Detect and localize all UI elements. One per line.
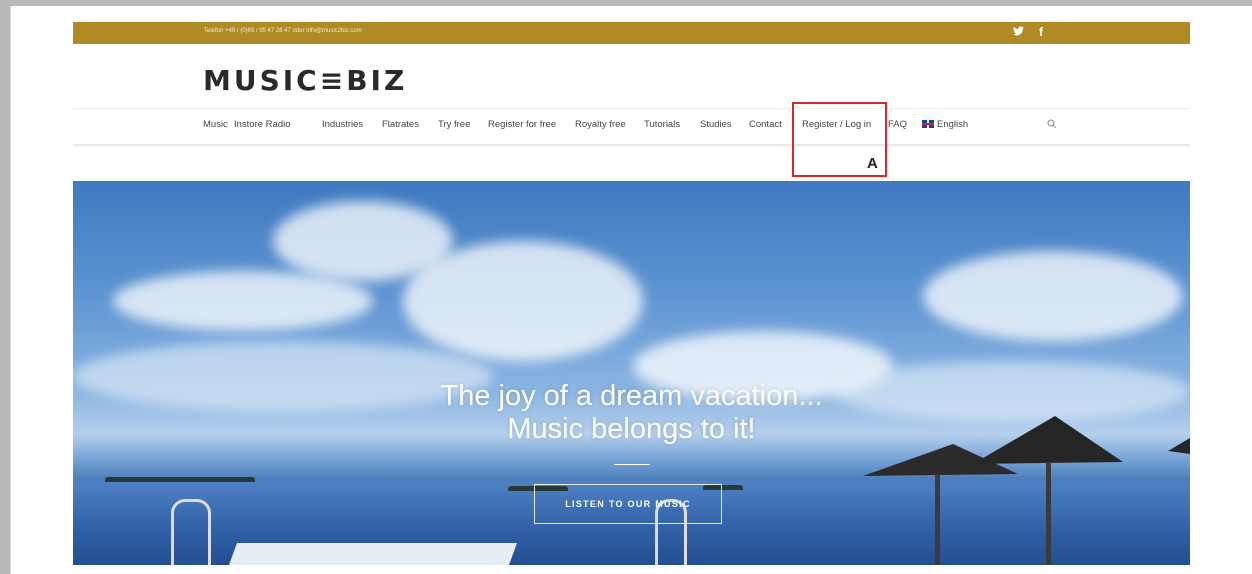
- window-frame-edge: [10, 6, 11, 574]
- twitter-icon[interactable]: [1013, 25, 1024, 39]
- hero-cloud: [113, 271, 373, 331]
- nav-item-contact[interactable]: Contact: [749, 119, 782, 130]
- hero-banner: The joy of a dream vacation... Music bel…: [73, 181, 1190, 565]
- listen-to-music-button[interactable]: LISTEN TO OUR MUSIC: [534, 484, 722, 524]
- site-logo[interactable]: MUSIC≡BIZ: [203, 64, 407, 97]
- top-contact-bar: Telefon +49 / (0)69 / 95 47 28 47 oder i…: [73, 22, 1190, 44]
- nav-item-try-free[interactable]: Try free: [438, 119, 470, 130]
- uk-flag-icon: [922, 120, 934, 128]
- hero-cloud: [403, 241, 643, 361]
- window-frame-left: [0, 0, 10, 574]
- search-icon[interactable]: [1047, 119, 1057, 129]
- nav-item-royalty-free[interactable]: Royalty free: [575, 119, 626, 130]
- hero-pool-ladder: [171, 499, 211, 565]
- contact-info: Telefon +49 / (0)69 / 95 47 28 47 oder i…: [204, 28, 362, 34]
- hero-headline-line1: The joy of a dream vacation...: [440, 380, 823, 412]
- nav-item-studies[interactable]: Studies: [700, 119, 732, 130]
- hero-headline-line2: Music belongs to it!: [507, 413, 756, 445]
- nav-item-register-for-free[interactable]: Register for free: [488, 119, 556, 130]
- nav-item-instore-radio[interactable]: Instore Radio: [234, 119, 291, 130]
- nav-item-language[interactable]: English: [937, 119, 968, 130]
- hero-cloud: [923, 251, 1183, 341]
- hero-island: [105, 477, 255, 482]
- nav-item-faq[interactable]: FAQ: [888, 119, 907, 130]
- nav-divider-top: [73, 108, 1190, 109]
- nav-item-flatrates[interactable]: Flatrates: [382, 119, 419, 130]
- nav-item-tutorials[interactable]: Tutorials: [644, 119, 680, 130]
- nav-item-music[interactable]: Music: [203, 119, 228, 130]
- nav-item-industries[interactable]: Industries: [322, 119, 363, 130]
- nav-divider-bottom: [73, 144, 1190, 147]
- hero-pool-deck: [228, 543, 518, 565]
- window-frame-top: [0, 0, 1252, 6]
- hero-divider: [614, 464, 650, 465]
- facebook-icon[interactable]: f: [1039, 25, 1043, 39]
- annotation-label: A: [867, 155, 878, 172]
